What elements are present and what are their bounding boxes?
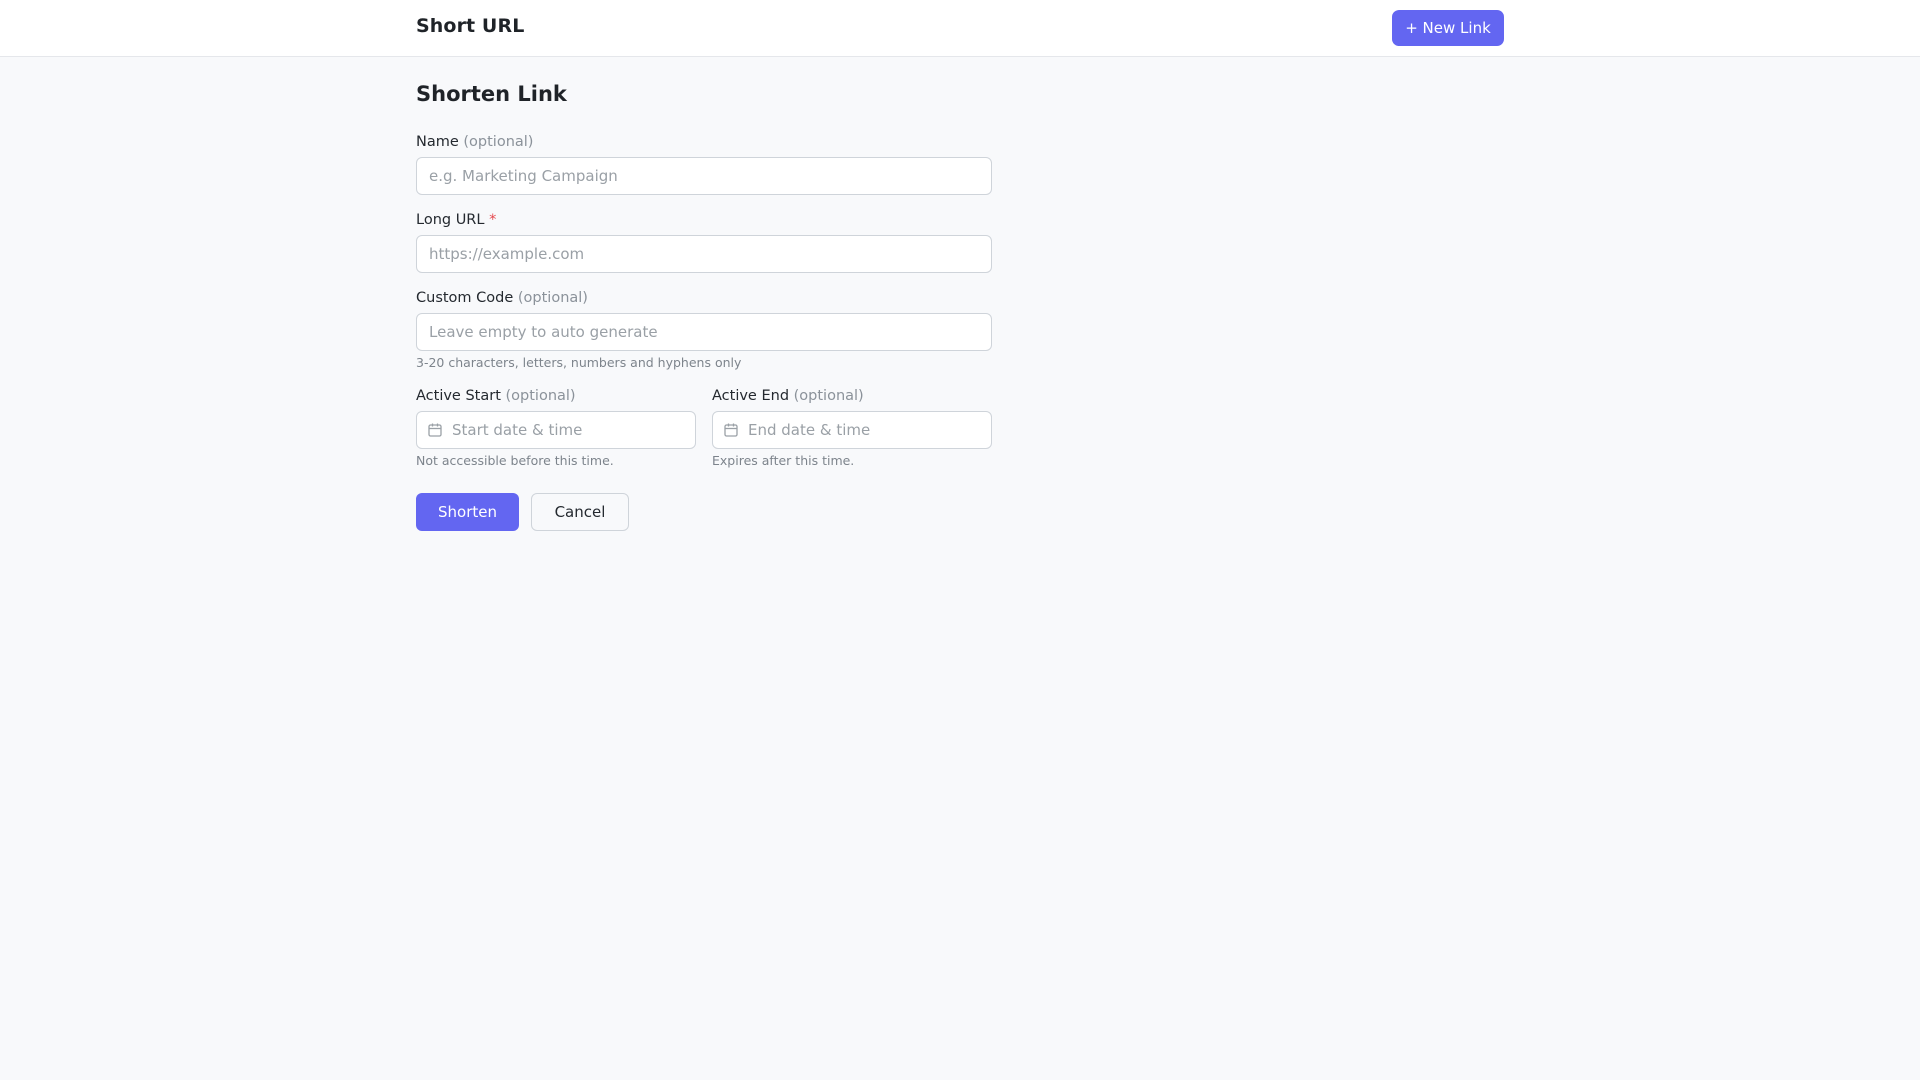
custom-code-optional-hint: (optional) — [517, 290, 588, 306]
cancel-button[interactable]: Cancel — [531, 493, 629, 531]
active-start-label-text: Active Start — [416, 388, 501, 404]
calendar-icon — [428, 423, 442, 437]
custom-code-help: 3-20 characters, letters, numbers and hy… — [416, 355, 742, 370]
app-brand[interactable]: Short URL — [416, 15, 524, 37]
new-link-button[interactable]: + New Link — [1392, 10, 1504, 46]
page-title: Shorten Link — [416, 82, 567, 106]
active-start-optional-hint: (optional) — [505, 388, 576, 404]
active-end-label-text: Active End — [712, 388, 790, 404]
name-input[interactable] — [416, 157, 992, 195]
active-end-input[interactable] — [712, 411, 992, 449]
name-label-text: Name — [416, 134, 459, 150]
custom-code-label: Custom Code (optional) — [416, 290, 588, 306]
custom-code-input[interactable] — [416, 313, 992, 351]
active-start-label: Active Start (optional) — [416, 388, 576, 404]
long-url-label-text: Long URL — [416, 212, 485, 228]
long-url-label: Long URL * — [416, 212, 496, 228]
shorten-button[interactable]: Shorten — [416, 493, 519, 531]
active-end-optional-hint: (optional) — [793, 388, 864, 404]
active-end-help: Expires after this time. — [712, 453, 855, 468]
active-end-label: Active End (optional) — [712, 388, 864, 404]
active-start-help: Not accessible before this time. — [416, 453, 614, 468]
active-start-input[interactable] — [416, 411, 696, 449]
name-label: Name (optional) — [416, 134, 533, 150]
long-url-input[interactable] — [416, 235, 992, 273]
custom-code-label-text: Custom Code — [416, 290, 514, 306]
top-bar: Short URL + New Link — [0, 0, 1920, 57]
name-optional-hint: (optional) — [463, 134, 534, 150]
calendar-icon — [724, 423, 738, 437]
required-marker: * — [489, 212, 497, 228]
